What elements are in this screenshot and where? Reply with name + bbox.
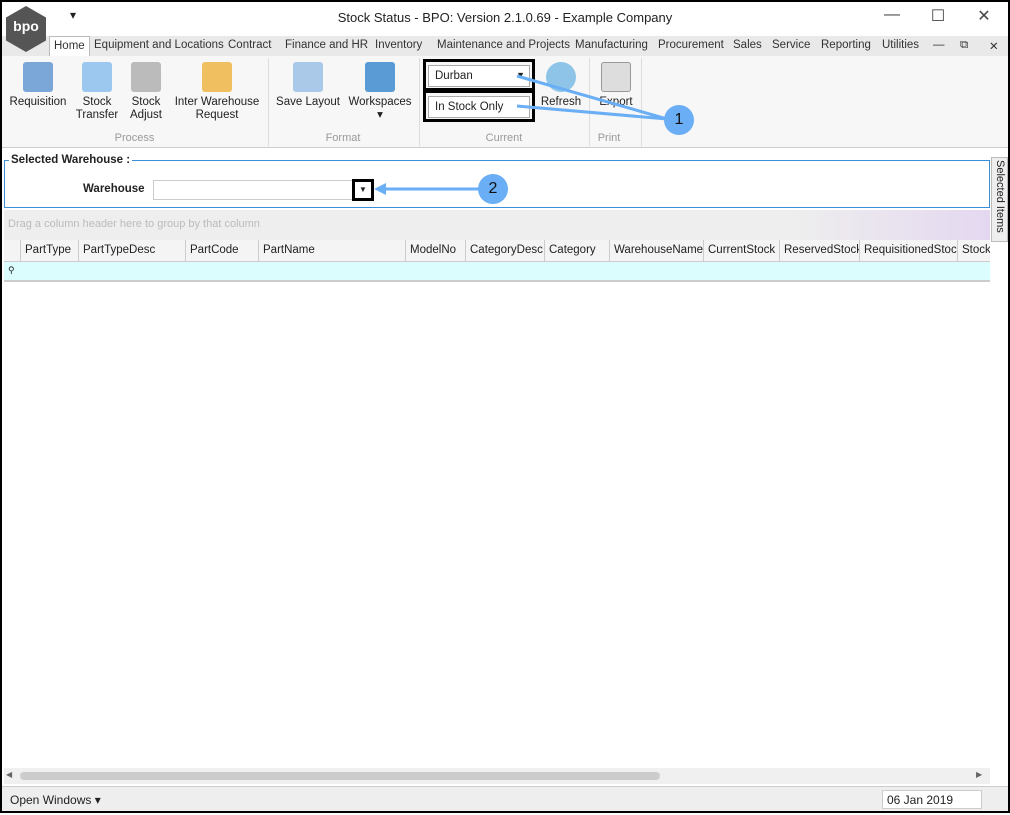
column-header[interactable]: CurrentStock xyxy=(703,240,779,262)
open-windows-button[interactable]: Open Windows ▾ xyxy=(10,793,101,807)
warehouse-dropdown-button[interactable]: ▼ xyxy=(352,179,374,201)
scroll-left-icon[interactable]: ◀ xyxy=(6,770,12,779)
column-header[interactable]: ReservedStock xyxy=(779,240,859,262)
date-field[interactable]: 06 Jan 2019 xyxy=(882,790,982,809)
column-header[interactable]: PartTypeDesc xyxy=(78,240,185,262)
status-bar: Open Windows ▾ 06 Jan 2019 xyxy=(2,786,1008,811)
selected-items-panel-tab[interactable]: Selected Items xyxy=(991,157,1008,242)
column-header[interactable]: WarehouseName xyxy=(609,240,703,262)
column-header[interactable]: ModelNo xyxy=(405,240,465,262)
column-header[interactable]: StockO xyxy=(957,240,990,262)
scroll-right-icon[interactable]: ▶ xyxy=(976,770,982,779)
column-header[interactable]: PartName xyxy=(258,240,405,262)
filter-pin-icon: ⚲ xyxy=(8,265,15,275)
column-header[interactable]: RequisitionedStock xyxy=(859,240,957,262)
selected-warehouse-panel: Selected Warehouse : Warehouse ▼ xyxy=(4,154,990,208)
horizontal-scrollbar[interactable]: ◀ ▶ xyxy=(4,768,990,784)
filter-row[interactable]: ⚲ xyxy=(4,262,990,282)
column-header[interactable]: PartType xyxy=(20,240,78,262)
column-header[interactable]: PartCode xyxy=(185,240,258,262)
scrollbar-thumb[interactable] xyxy=(20,772,660,780)
grid-header: PartType PartTypeDesc PartCode PartName … xyxy=(4,240,990,262)
annotation-badge-1: 1 xyxy=(664,105,694,135)
group-by-bar[interactable]: Drag a column header here to group by th… xyxy=(4,210,990,240)
column-header[interactable]: Category xyxy=(544,240,609,262)
panel-title: Selected Warehouse : xyxy=(9,154,133,166)
warehouse-label: Warehouse xyxy=(83,183,145,195)
column-header[interactable]: CategoryDesc xyxy=(465,240,544,262)
warehouse-input[interactable] xyxy=(153,180,373,200)
annotation-arrows xyxy=(374,74,668,195)
